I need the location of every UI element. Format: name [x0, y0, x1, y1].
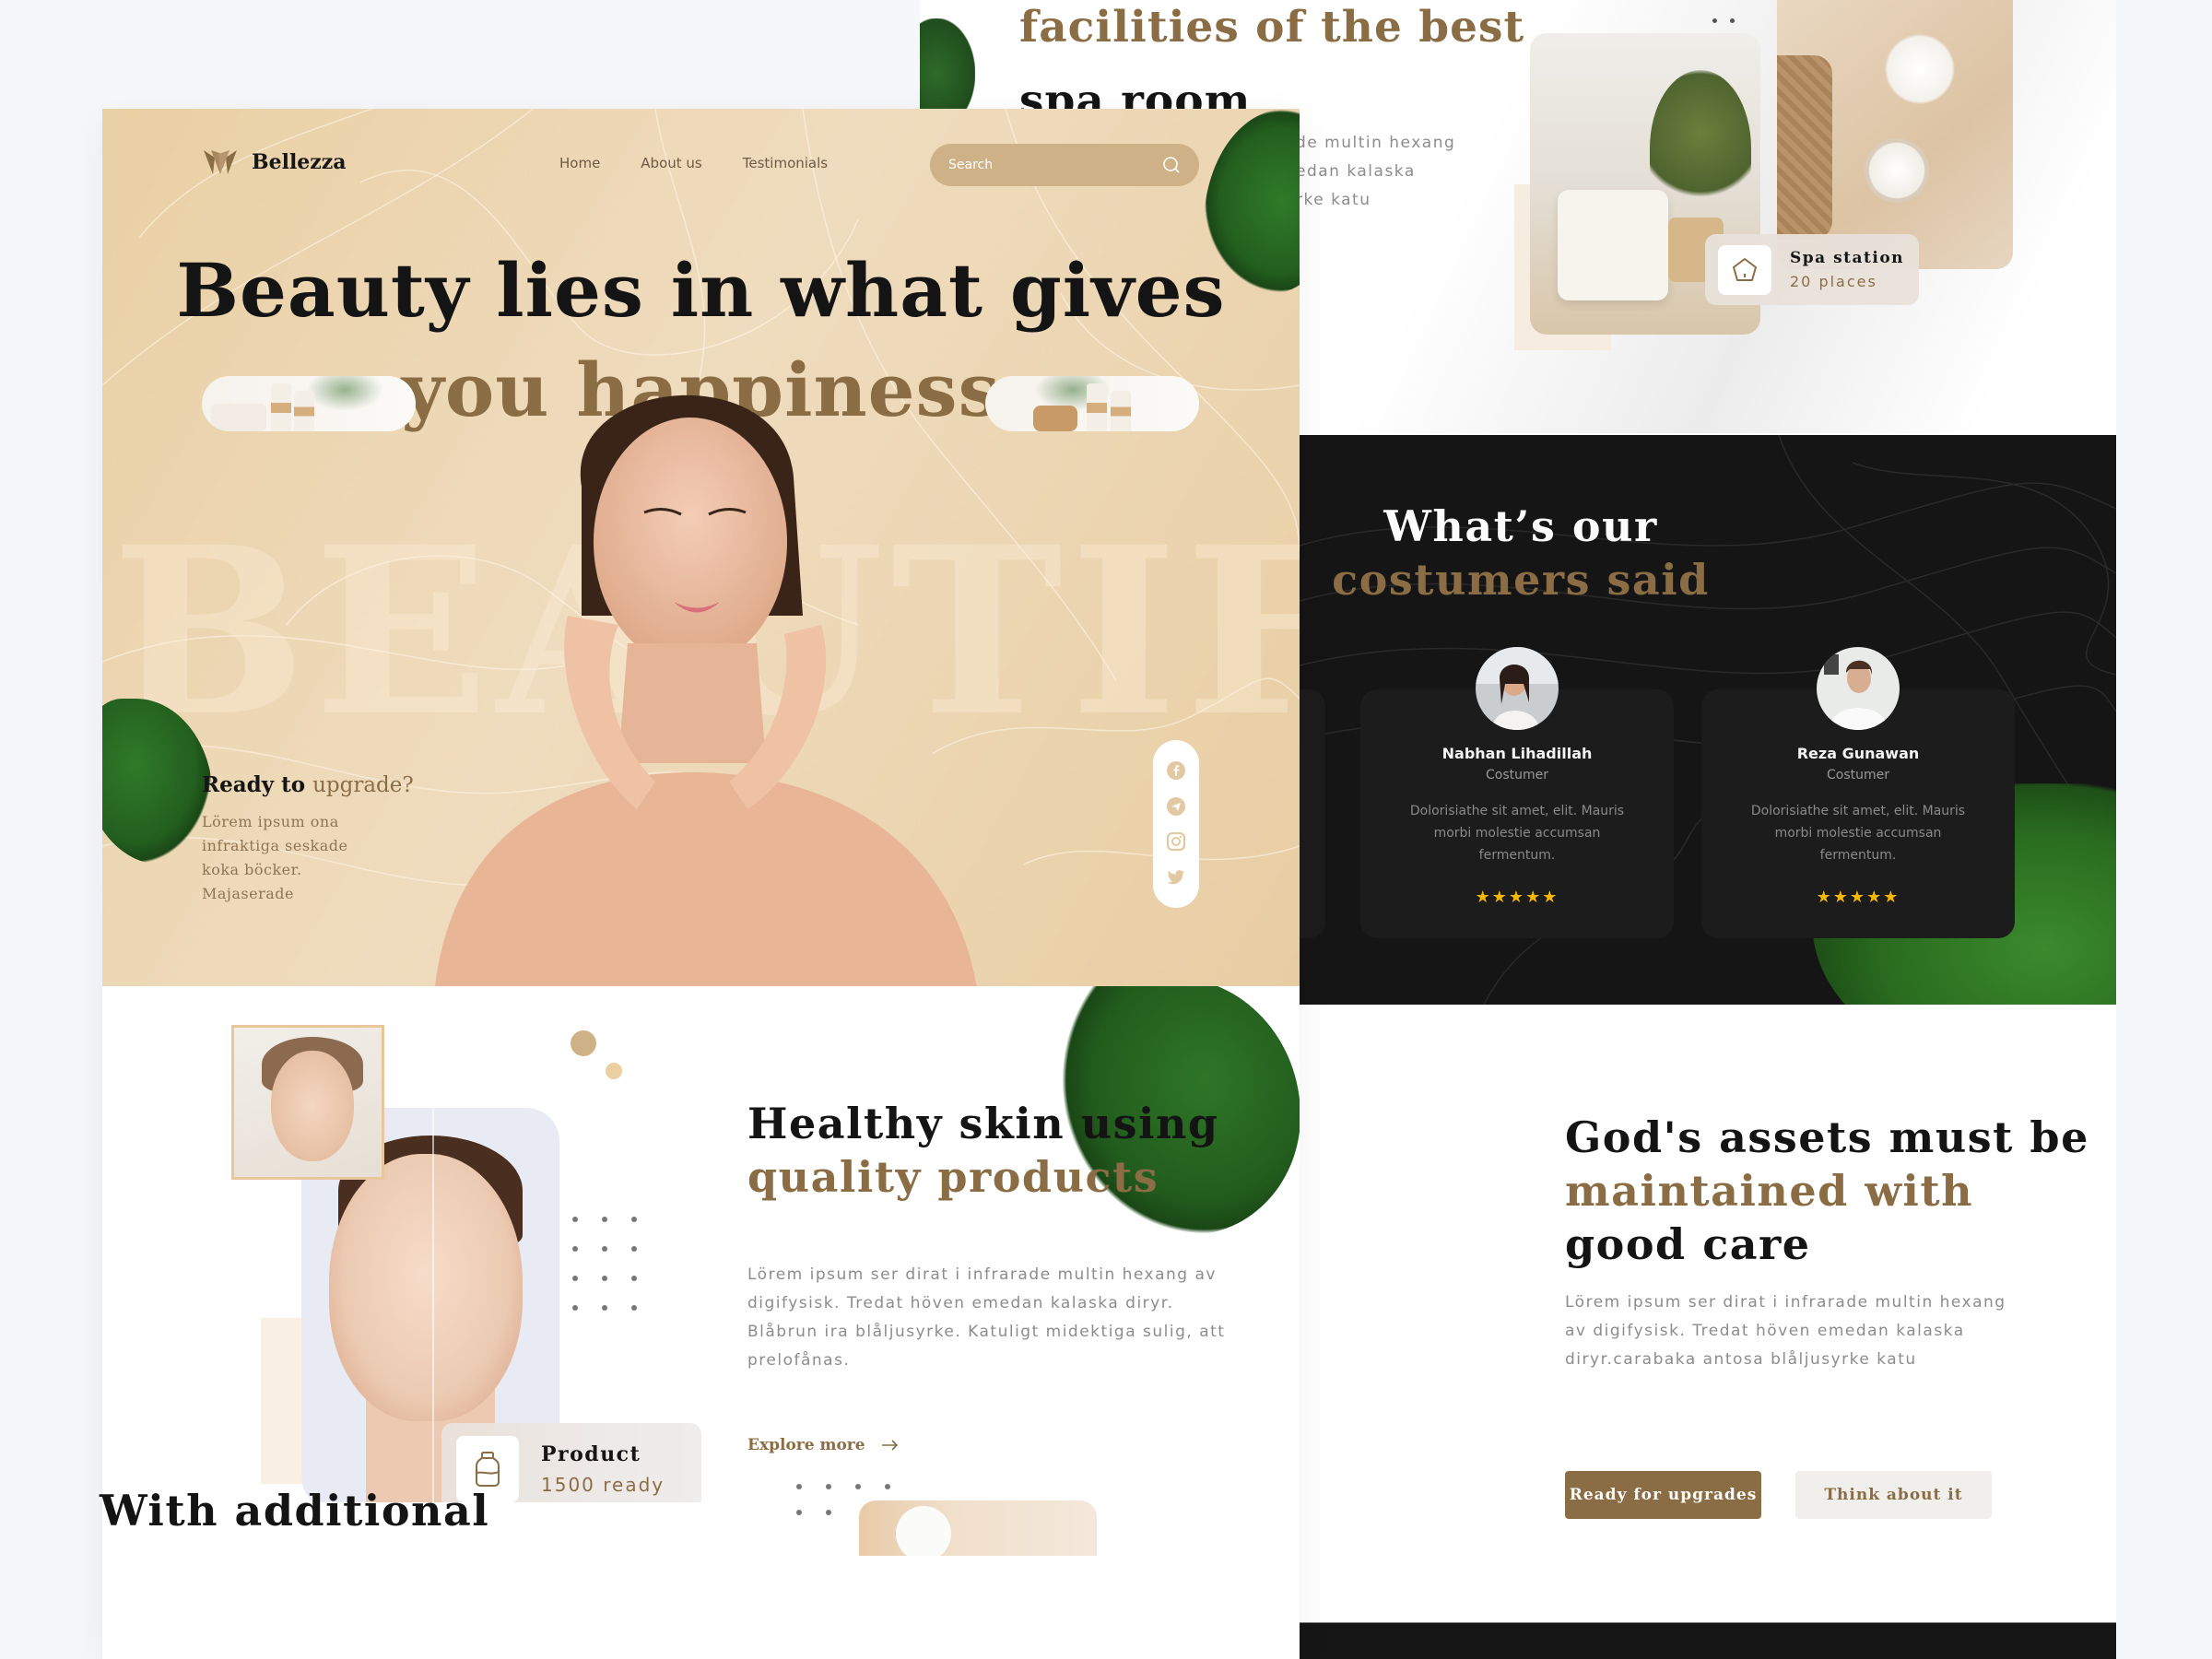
- upgrade-title: Ready to upgrade?: [202, 772, 414, 797]
- decorative-dots: [1712, 11, 1749, 23]
- care-title-dark: God's assets must be: [1565, 1112, 2089, 1162]
- hero-title-line1: Beauty lies in what gives: [176, 247, 1226, 334]
- skin-title-gold: quality products: [747, 1152, 1159, 1202]
- care-title-gold: maintained with: [1565, 1166, 1974, 1216]
- decorative-rect: [261, 1318, 307, 1484]
- search-icon[interactable]: [1162, 156, 1181, 174]
- additional-photo: [859, 1500, 1097, 1556]
- telegram-icon[interactable]: [1166, 796, 1186, 817]
- upgrade-callout: Ready to upgrade? Lörem ipsum ona infrak…: [202, 772, 414, 906]
- testimonials-title-light: What’s our: [1383, 501, 1658, 551]
- skin-title: Healthy skin using quality products: [747, 1097, 1219, 1204]
- testimonial-role: Costumer: [1485, 768, 1548, 782]
- arrow-right-icon: [881, 1440, 898, 1451]
- testimonial-quote: Dolorisiathe sit amet, elit. Mauris morb…: [1409, 804, 1625, 863]
- spa-card-title: Spa station: [1790, 249, 1905, 267]
- model-thumbnail-photo: [231, 1025, 384, 1180]
- nav-testimonials[interactable]: Testimonials: [743, 155, 828, 171]
- star-rating: ★★★★★: [1816, 888, 1900, 907]
- upgrade-title-dark: Ready to: [202, 772, 306, 797]
- hero-model-image: [435, 394, 977, 986]
- testimonial-name: Reza Gunawan: [1796, 745, 1920, 762]
- avatar: [1476, 647, 1559, 730]
- upgrade-body: Lörem ipsum ona infraktiga seskade koka …: [202, 813, 348, 902]
- search-bar: [930, 144, 1199, 186]
- nav-links: Home About us Testimonials: [559, 155, 828, 171]
- home-icon: [1718, 244, 1771, 295]
- testimonial-card-partial: [1300, 689, 1325, 938]
- skin-title-dark: Healthy skin using: [747, 1099, 1219, 1148]
- nav-about-us[interactable]: About us: [641, 155, 701, 171]
- testimonial-quote: Dolorisiathe sit amet, elit. Mauris morb…: [1750, 804, 1966, 863]
- product-card-title: Product: [541, 1442, 641, 1466]
- star-rating: ★★★★★: [1475, 888, 1559, 907]
- twitter-icon[interactable]: [1166, 867, 1186, 888]
- social-links: [1153, 740, 1199, 908]
- testimonials-title: What’s our costumers said: [1300, 500, 1742, 606]
- decorative-dot-grid: [572, 1217, 661, 1311]
- top-nav: Bellezza Home About us Testimonials: [102, 109, 1300, 186]
- nav-home[interactable]: Home: [559, 155, 600, 171]
- testimonial-name: Nabhan Lihadillah: [1441, 745, 1593, 762]
- landing-page: BEAUTIFUL Bellezza Home About us Testimo…: [102, 109, 1300, 1659]
- instagram-icon[interactable]: [1166, 831, 1186, 852]
- hero-section: BEAUTIFUL Bellezza Home About us Testimo…: [102, 109, 1300, 986]
- skin-section: Product 1500 ready Healthy skin using qu…: [102, 986, 1300, 1502]
- spa-card-subtitle: 20 places: [1790, 273, 1877, 290]
- testimonials-title-gold: costumers said: [1332, 555, 1710, 605]
- care-body: Lörem ipsum ser dirat i infrarade multin…: [1565, 1293, 2006, 1369]
- spa-products-photo: [1777, 0, 2013, 269]
- monstera-leaf-image: [920, 18, 975, 111]
- ready-for-upgrades-button[interactable]: Ready for upgrades: [1565, 1471, 1761, 1519]
- explore-more-label: Explore more: [747, 1436, 865, 1454]
- product-card-subtitle: 1500 ready: [541, 1474, 665, 1496]
- care-title-dark: good care: [1565, 1219, 1811, 1269]
- decorative-circle: [571, 1030, 596, 1056]
- upgrade-title-gold: upgrade?: [312, 773, 414, 797]
- decorative-circle: [606, 1063, 622, 1079]
- products-pill-image: [985, 376, 1199, 431]
- additional-title: With additional: [100, 1486, 490, 1535]
- testimonials-section: What’s our costumers said Nabhan Lihadil…: [1300, 435, 2116, 1005]
- products-pill-image: [202, 376, 416, 431]
- explore-more-link[interactable]: Explore more: [747, 1436, 899, 1454]
- avatar: [1817, 647, 1900, 730]
- care-title: God's assets must be maintained with goo…: [1565, 1111, 2089, 1271]
- testimonial-card: Reza Gunawan Costumer Dolorisiathe sit a…: [1701, 647, 2015, 938]
- facebook-icon[interactable]: [1166, 760, 1186, 781]
- facilities-title-gold: facilities of the best: [1019, 2, 1525, 53]
- spa-station-card: Spa station 20 places: [1705, 234, 1919, 305]
- logo-icon: [204, 150, 237, 174]
- testimonial-card: Nabhan Lihadillah Costumer Dolorisiathe …: [1360, 647, 1674, 938]
- think-about-it-button[interactable]: Think about it: [1795, 1471, 1992, 1519]
- search-input[interactable]: [948, 158, 1162, 172]
- skin-body: Lörem ipsum ser dirat i infrarade multin…: [747, 1265, 1226, 1370]
- testimonial-role: Costumer: [1826, 768, 1889, 782]
- logo[interactable]: Bellezza: [202, 148, 347, 176]
- brand-name: Bellezza: [252, 150, 347, 174]
